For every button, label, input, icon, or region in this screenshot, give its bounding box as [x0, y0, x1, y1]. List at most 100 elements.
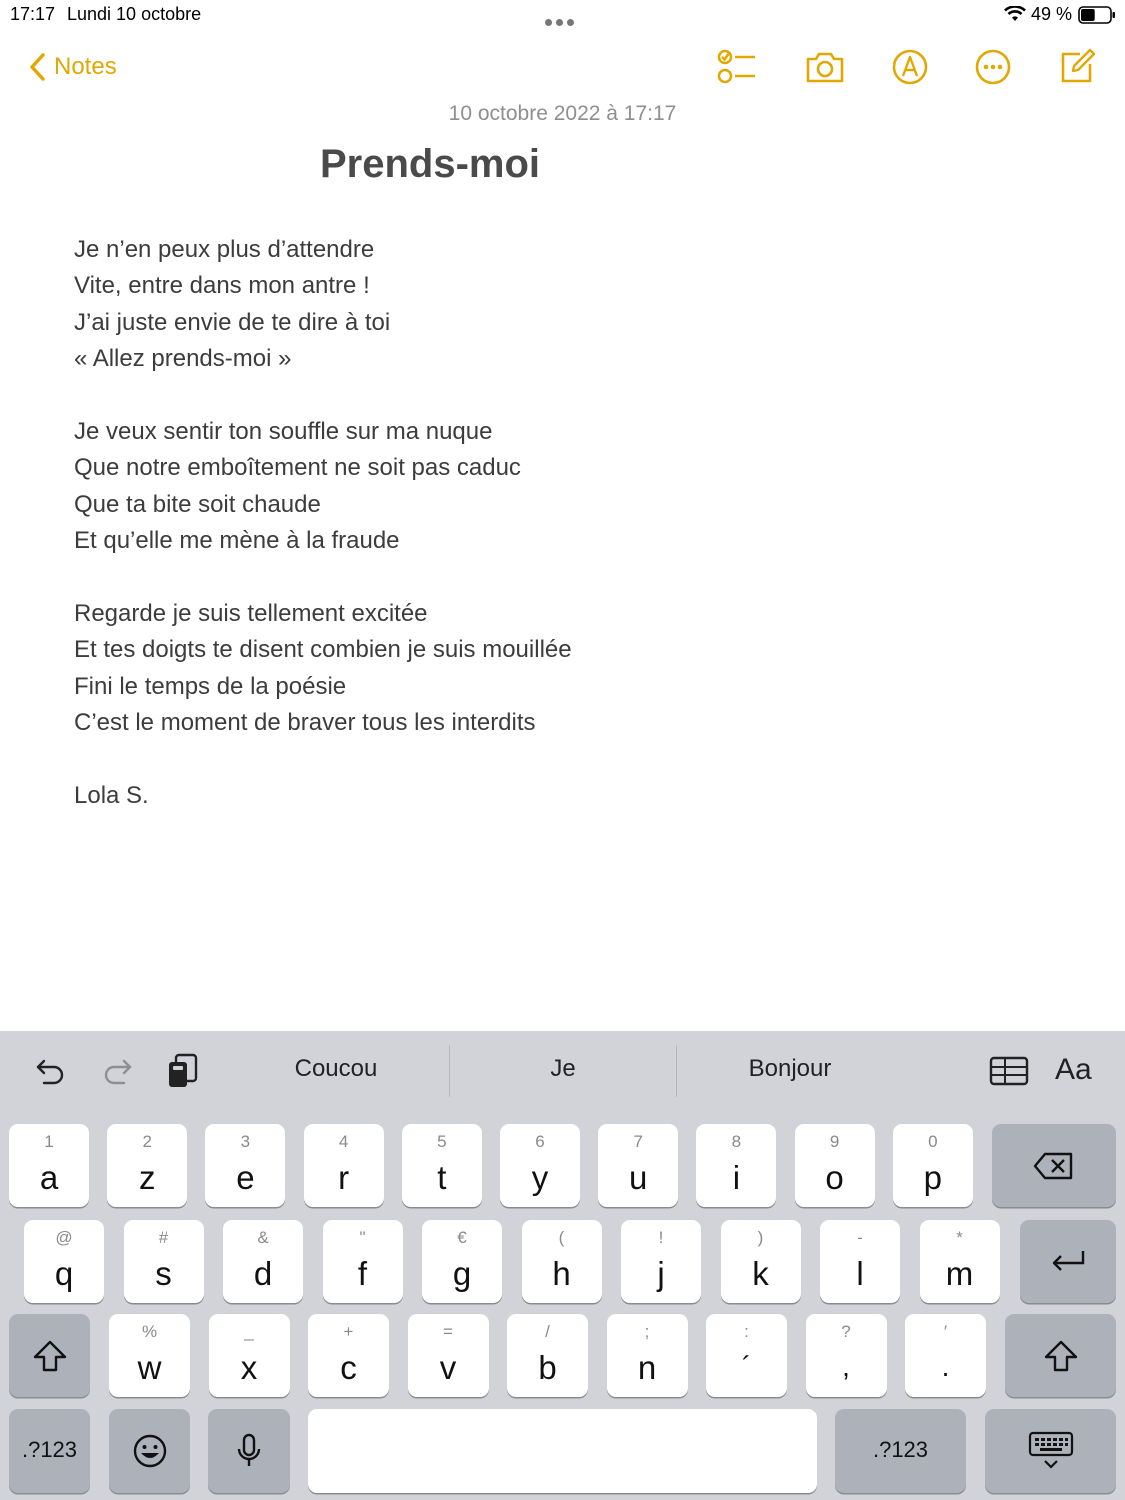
key-secondary-label: /: [545, 1322, 550, 1341]
shift-key-left[interactable]: [9, 1314, 90, 1397]
paste-icon[interactable]: [164, 1053, 200, 1089]
table-icon[interactable]: [989, 1053, 1029, 1089]
multitasking-dots-icon[interactable]: [545, 10, 581, 26]
key-z[interactable]: 2z: [107, 1124, 188, 1207]
key-a[interactable]: 1a: [9, 1124, 89, 1207]
key-secondary-label: 9: [829, 1132, 840, 1151]
key-acute[interactable]: : ´: [706, 1314, 787, 1397]
markup-pen-icon[interactable]: [889, 46, 931, 88]
key-m[interactable]: * m: [919, 1220, 1000, 1303]
redo-icon[interactable]: [99, 1053, 135, 1089]
undo-icon[interactable]: [33, 1053, 69, 1089]
key-s[interactable]: # s: [123, 1220, 204, 1303]
key-n[interactable]: ; n: [606, 1314, 688, 1397]
delete-key[interactable]: [992, 1124, 1116, 1207]
key-primary-label: a: [39, 1159, 59, 1196]
back-to-notes-button[interactable]: Notes: [28, 48, 117, 86]
note-line: [74, 378, 974, 414]
key-h[interactable]: (h: [521, 1220, 602, 1303]
key-secondary-label: ′: [943, 1322, 948, 1341]
numbers-key-right[interactable]: .?123: [835, 1409, 966, 1493]
note-title[interactable]: Prends-moi: [320, 142, 540, 187]
key-primary-label: d: [253, 1255, 273, 1292]
key-t[interactable]: 5t: [401, 1124, 482, 1207]
key-w[interactable]: % w: [109, 1314, 190, 1397]
chevron-left-icon: [30, 53, 45, 81]
key-secondary-label: 3: [240, 1132, 251, 1151]
emoji-icon: [133, 1434, 166, 1468]
text-format-button[interactable]: Aa: [1055, 1053, 1092, 1087]
key-secondary-label: %: [141, 1322, 158, 1341]
key-primary-label: g: [452, 1255, 472, 1292]
note-line: Je n’en peux plus d’attendre: [74, 236, 375, 263]
key-r[interactable]: 4r: [303, 1124, 384, 1207]
key-k[interactable]: ) k: [720, 1220, 801, 1303]
key-d[interactable]: & d: [223, 1220, 303, 1303]
suggestion-2[interactable]: Je: [463, 1055, 663, 1083]
key-primary-label: z: [138, 1159, 156, 1196]
key-f[interactable]: " f: [322, 1220, 403, 1303]
camera-icon[interactable]: [804, 46, 846, 88]
note-line: [74, 741, 974, 777]
key-primary-label: v: [439, 1349, 457, 1386]
more-options-icon[interactable]: [972, 46, 1014, 88]
space-bar[interactable]: [308, 1409, 817, 1493]
suggestion-3[interactable]: Bonjour: [690, 1055, 890, 1083]
key-secondary-label: ": [359, 1228, 366, 1247]
suggestion-divider: [449, 1045, 450, 1097]
key-period[interactable]: ′.: [905, 1314, 986, 1397]
key-b[interactable]: / b: [507, 1314, 588, 1397]
note-line: Regarde je suis tellement excitée: [74, 599, 428, 627]
back-label: Notes: [54, 53, 117, 80]
key-e[interactable]: 3e: [205, 1124, 286, 1207]
key-p[interactable]: 0p: [892, 1124, 973, 1207]
key-q[interactable]: @ q: [24, 1220, 104, 1303]
dictation-key[interactable]: [208, 1409, 290, 1493]
key-secondary-label: 1: [44, 1132, 54, 1151]
note-line: Et qu’elle me mène à la fraude: [74, 527, 400, 555]
key-secondary-label: 8: [731, 1132, 742, 1151]
key-secondary-label: (: [558, 1228, 565, 1247]
key-secondary-label: ;: [644, 1322, 650, 1341]
shift-key-right[interactable]: [1005, 1314, 1116, 1397]
key-u[interactable]: 7u: [598, 1124, 679, 1207]
key-primary-label: r: [338, 1159, 350, 1196]
battery-percent: 49 %: [1031, 4, 1073, 24]
key-primary-label: e: [236, 1159, 255, 1196]
key-j[interactable]: ! j: [621, 1220, 701, 1303]
keyboard-shortcut-bar: Coucou Je Bonjour Aa: [0, 1031, 1125, 1113]
key-x[interactable]: _ x: [208, 1314, 290, 1397]
note-line: Que notre emboîtement ne soit pas caduc: [74, 454, 521, 482]
key-g[interactable]: € g: [422, 1220, 502, 1303]
key-primary-label: y: [531, 1159, 549, 1196]
compose-icon[interactable]: [1056, 46, 1098, 88]
note-line: Fini le temps de la poésie: [74, 672, 347, 700]
key-primary-label: n: [637, 1349, 657, 1386]
note-line: J’ai juste envie de te dire à toi: [74, 308, 391, 336]
microphone-icon: [237, 1433, 261, 1466]
key-v[interactable]: = v: [407, 1314, 489, 1397]
key-o[interactable]: 9o: [794, 1124, 875, 1207]
key-comma[interactable]: ?,: [805, 1314, 887, 1397]
keyboard-dismiss-icon: [1028, 1431, 1073, 1469]
key-i[interactable]: 8i: [696, 1124, 777, 1207]
key-secondary-label: 7: [633, 1132, 643, 1151]
numbers-key-left[interactable]: .?123: [9, 1409, 90, 1493]
checklist-icon[interactable]: [716, 46, 758, 88]
emoji-key[interactable]: [109, 1409, 190, 1493]
key-c[interactable]: + c: [308, 1314, 389, 1397]
return-key[interactable]: [1020, 1220, 1116, 1303]
key-secondary-label: 5: [437, 1132, 447, 1151]
shift-icon: [1044, 1340, 1077, 1371]
suggestion-1[interactable]: Coucou: [236, 1055, 436, 1083]
key-y[interactable]: 6y: [500, 1124, 580, 1207]
key-primary-label: b: [538, 1349, 557, 1386]
key-primary-label: o: [825, 1159, 844, 1196]
key-label: .?123: [21, 1437, 78, 1462]
hide-keyboard-key[interactable]: [985, 1409, 1116, 1493]
note-line: Que ta bite soit chaude: [74, 490, 321, 518]
key-primary-label: p: [923, 1159, 942, 1196]
shift-icon: [33, 1340, 66, 1371]
note-body[interactable]: Je n’en peux plus d’attendre Vite, entre …: [74, 232, 974, 814]
key-l[interactable]: -l: [820, 1220, 900, 1303]
